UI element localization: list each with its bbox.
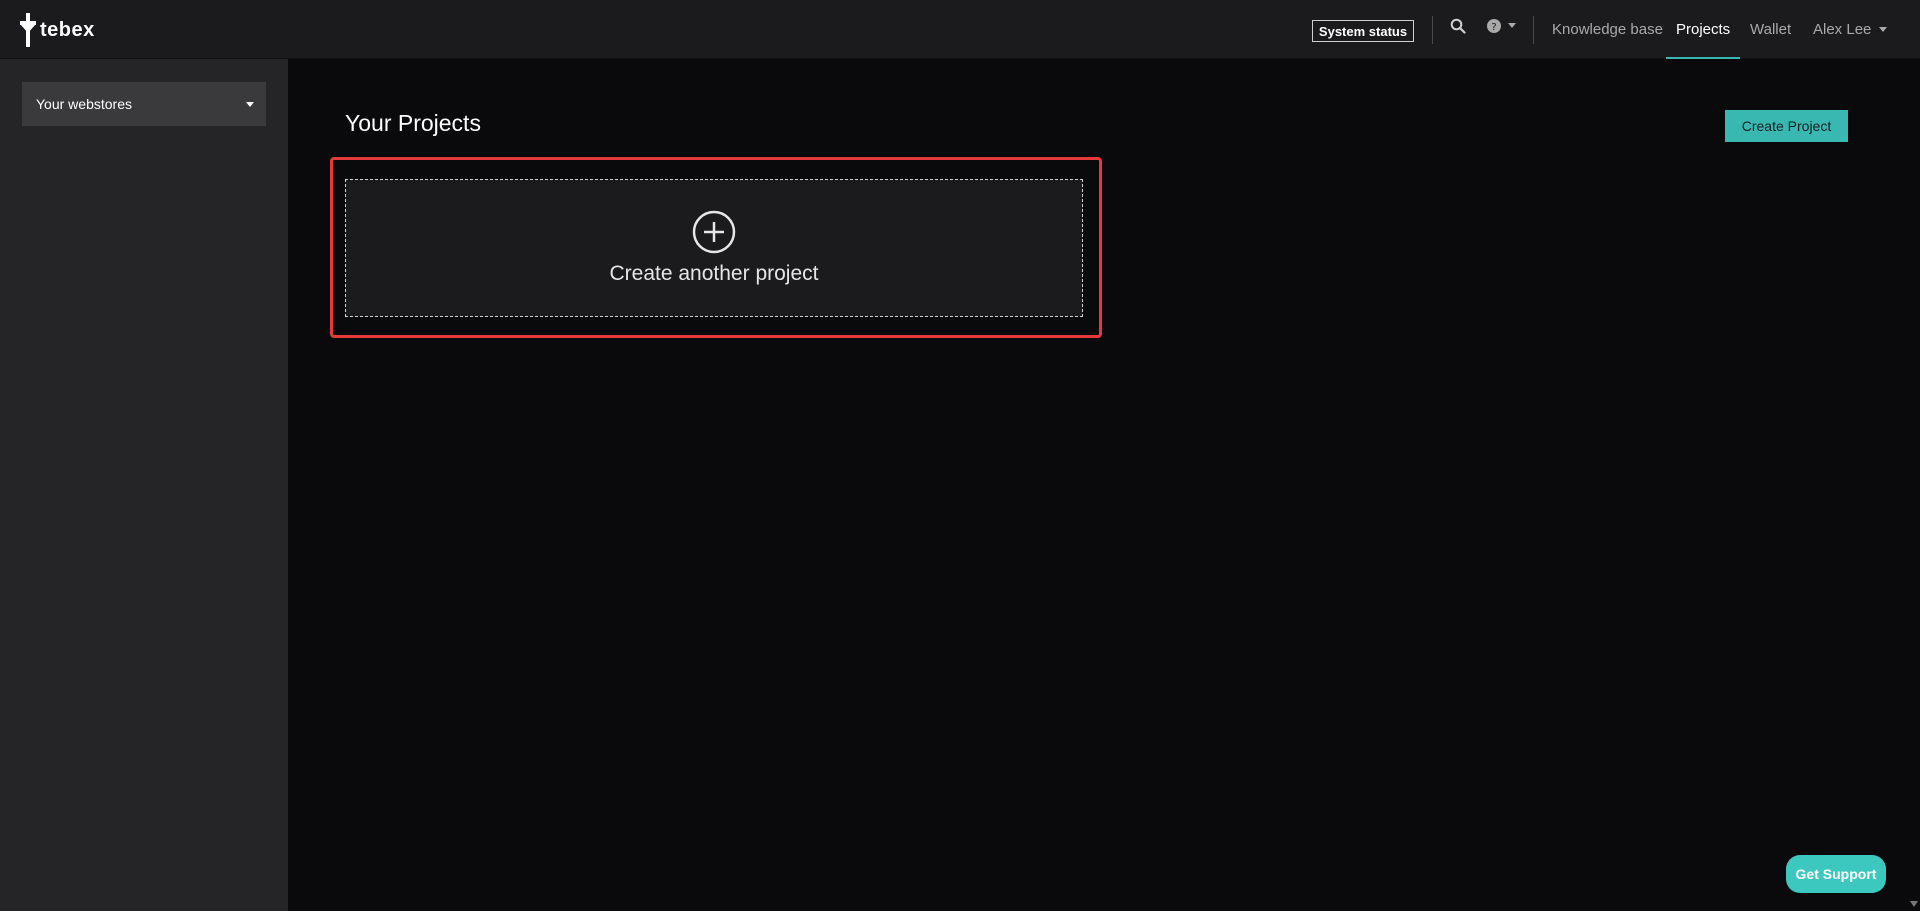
page-title: Your Projects	[345, 110, 481, 136]
user-menu[interactable]: Alex Lee	[1813, 21, 1888, 38]
active-nav-indicator	[1666, 57, 1740, 59]
nav-projects[interactable]: Projects	[1676, 21, 1730, 38]
nav-divider	[1432, 16, 1433, 44]
help-dropdown[interactable]: ?	[1486, 18, 1516, 34]
search-icon	[1450, 18, 1466, 34]
webstores-dropdown-label: Your webstores	[36, 96, 132, 112]
chevron-down-icon	[1508, 23, 1516, 28]
page-scrollbar[interactable]	[1910, 59, 1920, 911]
nav-wallet[interactable]: Wallet	[1750, 21, 1791, 38]
tebex-logo[interactable]: tebex	[20, 12, 95, 48]
create-project-button[interactable]: Create Project	[1725, 110, 1848, 142]
plus-circle-icon	[692, 210, 736, 254]
tebex-logo-icon	[20, 13, 36, 47]
svg-text:?: ?	[1491, 22, 1496, 33]
search-button[interactable]	[1450, 18, 1466, 34]
system-status-button[interactable]: System status	[1312, 20, 1414, 42]
create-card-label: Create another project	[609, 262, 819, 285]
user-name: Alex Lee	[1813, 21, 1872, 38]
chevron-down-icon	[1879, 26, 1888, 32]
create-another-project-card[interactable]: Create another project	[345, 179, 1083, 317]
caret-down-icon	[246, 102, 254, 107]
nav-knowledge-base[interactable]: Knowledge base	[1552, 21, 1663, 38]
scroll-down-icon[interactable]	[1910, 901, 1918, 907]
get-support-button[interactable]: Get Support	[1786, 855, 1886, 893]
help-icon: ?	[1487, 19, 1501, 33]
logo-text: tebex	[40, 18, 95, 41]
sidebar: Your webstores	[0, 59, 288, 911]
webstores-dropdown[interactable]: Your webstores	[22, 82, 266, 126]
top-navbar: tebex System status ? Knowledge base Pro…	[0, 0, 1920, 59]
nav-divider	[1533, 16, 1534, 44]
